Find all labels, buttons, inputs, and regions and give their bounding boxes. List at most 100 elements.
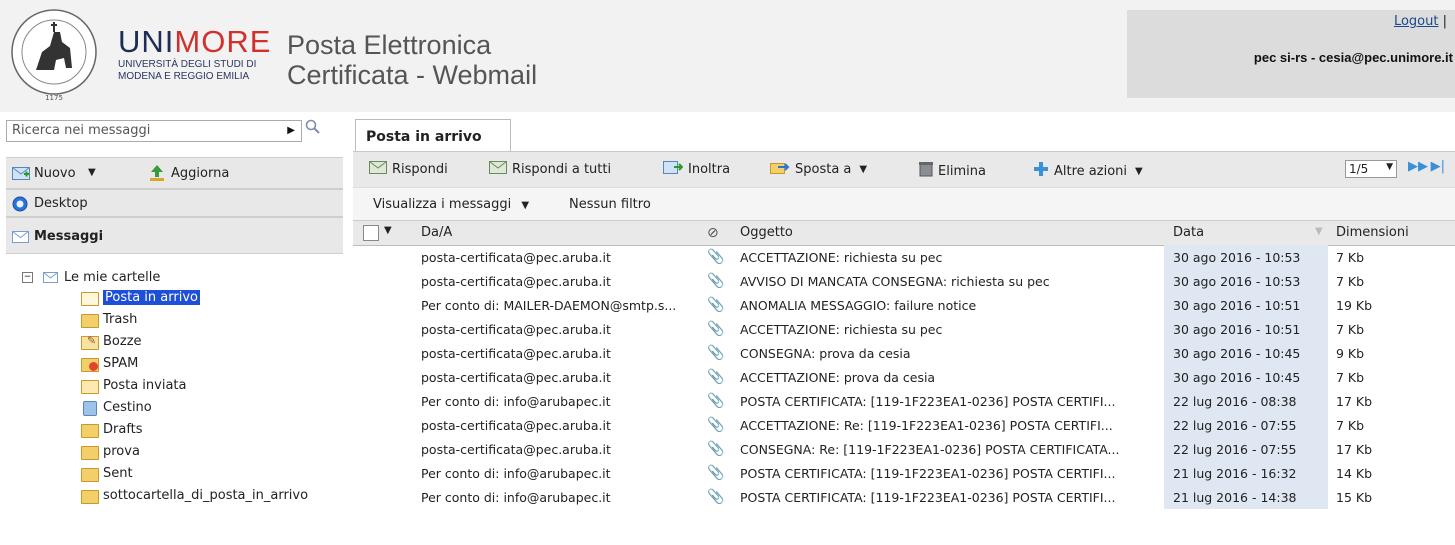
more-actions-button[interactable]: Altre azioni ▼ xyxy=(1033,161,1143,181)
filter-bar: Visualizza i messaggi ▼ Nessun filtro xyxy=(353,187,1455,221)
message-from: posta-certificata@pec.aruba.it xyxy=(421,322,611,337)
collapse-toggle-icon[interactable]: − xyxy=(22,271,33,283)
message-size: 7 Kb xyxy=(1336,418,1365,433)
new-mail-icon xyxy=(12,167,30,180)
message-from: posta-certificata@pec.aruba.it xyxy=(421,250,611,265)
message-size: 15 Kb xyxy=(1336,490,1373,505)
message-subject: CONSEGNA: prova da cesia xyxy=(740,346,911,361)
plus-icon xyxy=(1033,161,1049,181)
reply-all-label: Rispondi a tutti xyxy=(512,162,612,177)
sidebar: Ricerca nei messaggi ▶ Nuovo ▼ Aggiorna … xyxy=(0,117,343,545)
delete-button[interactable]: Elimina xyxy=(919,161,986,181)
folder-item[interactable]: Drafts xyxy=(81,418,143,440)
folder-item[interactable]: Posta inviata xyxy=(81,374,186,396)
move-icon xyxy=(770,161,790,178)
message-row[interactable]: Per conto di: info@arubapec.it 📎 POSTA C… xyxy=(353,389,1455,413)
message-from: posta-certificata@pec.aruba.it xyxy=(421,418,611,433)
trash-icon xyxy=(919,161,933,181)
message-from: posta-certificata@pec.aruba.it xyxy=(421,274,611,289)
search-options-arrow-icon[interactable]: ▶ xyxy=(287,123,295,139)
message-row[interactable]: Per conto di: MAILER-DAEMON@smtp.s... 📎 … xyxy=(353,293,1455,317)
message-row[interactable]: posta-certificata@pec.aruba.it 📎 CONSEGN… xyxy=(353,341,1455,365)
message-size: 14 Kb xyxy=(1336,466,1373,481)
refresh-button[interactable]: Aggiorna xyxy=(171,166,229,181)
message-row[interactable]: posta-certificata@pec.aruba.it 📎 AVVISO … xyxy=(353,269,1455,293)
message-row[interactable]: posta-certificata@pec.aruba.it 📎 ACCETTA… xyxy=(353,245,1455,269)
filter-label[interactable]: Nessun filtro xyxy=(569,197,651,212)
unimore-brand: UNIMORE UNIVERSITÀ DEGLI STUDI DI MODENA… xyxy=(118,24,272,83)
view-messages-dropdown[interactable]: Visualizza i messaggi ▼ xyxy=(373,197,529,212)
attachment-icon: 📎 xyxy=(707,417,725,433)
more-actions-label: Altre azioni xyxy=(1054,163,1127,179)
tree-root[interactable]: − Le mie cartelle xyxy=(22,266,160,288)
folder-item[interactable]: prova xyxy=(81,440,140,462)
refresh-icon xyxy=(150,165,164,181)
message-from: Per conto di: MAILER-DAEMON@smtp.s... xyxy=(421,298,677,313)
messages-envelope-icon xyxy=(12,231,29,243)
desktop-bar[interactable]: Desktop xyxy=(6,189,343,217)
search-icon[interactable] xyxy=(305,119,321,135)
attachment-icon: 📎 xyxy=(707,465,725,481)
brand-uni: UNI xyxy=(118,24,175,59)
desktop-icon xyxy=(12,196,28,212)
logout-separator: | xyxy=(1442,14,1447,29)
folder-item[interactable]: Cestino xyxy=(81,396,152,418)
attachment-column-icon[interactable]: ⊘ xyxy=(707,225,719,241)
reply-button[interactable]: Rispondi xyxy=(369,161,448,178)
brand-subtitle-2: MODENA E REGGIO EMILIA xyxy=(118,71,250,82)
message-from: posta-certificata@pec.aruba.it xyxy=(421,370,611,385)
message-date: 30 ago 2016 - 10:51 xyxy=(1173,322,1301,337)
move-to-button[interactable]: Sposta a ▼ xyxy=(770,161,867,178)
reply-all-button[interactable]: Rispondi a tutti xyxy=(489,161,611,178)
folder-item[interactable]: Posta in arrivo xyxy=(81,286,200,308)
page-selector[interactable]: 1/5 ▼ xyxy=(1345,160,1397,178)
folder-item[interactable]: Sent xyxy=(81,462,133,484)
folder-item[interactable]: ✎ Bozze xyxy=(81,330,142,352)
sent-icon xyxy=(81,378,99,394)
select-all-checkbox[interactable] xyxy=(363,225,379,241)
message-subject: ACCETTAZIONE: prova da cesia xyxy=(740,370,936,385)
search-input[interactable]: Ricerca nei messaggi ▶ xyxy=(6,120,302,142)
folder-label: prova xyxy=(103,443,140,459)
column-size[interactable]: Dimensioni xyxy=(1336,225,1409,240)
spam-icon xyxy=(81,356,99,372)
column-subject[interactable]: Oggetto xyxy=(740,225,793,240)
forward-icon xyxy=(663,161,684,178)
next-page-icon[interactable]: ▶▶ xyxy=(1408,159,1428,174)
logout-area: Logout | xyxy=(1394,14,1447,29)
forward-button[interactable]: Inoltra xyxy=(663,161,730,178)
message-date: 30 ago 2016 - 10:53 xyxy=(1173,250,1301,265)
new-button[interactable]: Nuovo xyxy=(34,166,76,181)
inbox-icon xyxy=(81,290,99,306)
select-menu-caret-icon[interactable]: ▼ xyxy=(384,225,392,236)
message-size: 7 Kb xyxy=(1336,274,1365,289)
message-row[interactable]: Per conto di: info@arubapec.it 📎 POSTA C… xyxy=(353,485,1455,509)
brand-more: MORE xyxy=(174,24,272,59)
message-row[interactable]: posta-certificata@pec.aruba.it 📎 ACCETTA… xyxy=(353,317,1455,341)
message-date: 22 lug 2016 - 07:55 xyxy=(1173,442,1297,457)
message-date: 30 ago 2016 - 10:53 xyxy=(1173,274,1301,289)
folder-item[interactable]: SPAM xyxy=(81,352,138,374)
message-row[interactable]: posta-certificata@pec.aruba.it 📎 ACCETTA… xyxy=(353,365,1455,389)
folder-item[interactable]: sottocartella_di_posta_in_arrivo xyxy=(81,484,308,506)
view-dropdown-caret-icon: ▼ xyxy=(521,200,530,211)
page-value: 1/5 xyxy=(1349,162,1369,176)
date-sort-icon: ▼ xyxy=(1315,226,1323,237)
new-dropdown-caret-icon[interactable]: ▼ xyxy=(88,167,96,178)
messages-section-header[interactable]: Messaggi xyxy=(6,217,343,254)
tab-inbox[interactable]: Posta in arrivo xyxy=(355,119,511,151)
desktop-label: Desktop xyxy=(34,196,88,211)
message-row[interactable]: Per conto di: info@arubapec.it 📎 POSTA C… xyxy=(353,461,1455,485)
last-page-icon[interactable]: ▶| xyxy=(1431,159,1445,174)
search-placeholder: Ricerca nei messaggi xyxy=(12,123,151,138)
folder-label: Posta in arrivo xyxy=(103,289,200,305)
message-row[interactable]: posta-certificata@pec.aruba.it 📎 ACCETTA… xyxy=(353,413,1455,437)
folder-item[interactable]: Trash xyxy=(81,308,137,330)
folder-label: Posta inviata xyxy=(103,377,187,393)
message-row[interactable]: posta-certificata@pec.aruba.it 📎 CONSEGN… xyxy=(353,437,1455,461)
forward-label: Inoltra xyxy=(688,162,731,177)
logout-link[interactable]: Logout xyxy=(1394,14,1439,29)
column-from[interactable]: Da/A xyxy=(421,225,452,240)
column-date[interactable]: Data xyxy=(1173,225,1204,240)
message-size: 7 Kb xyxy=(1336,322,1365,337)
